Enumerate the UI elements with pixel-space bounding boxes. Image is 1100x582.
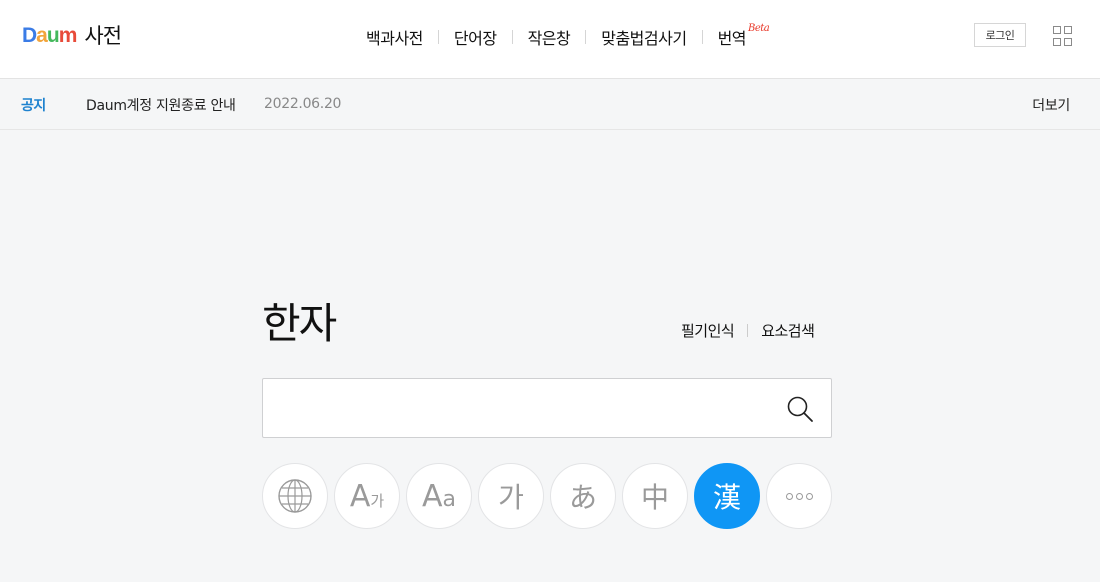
notice-more-link[interactable]: 더보기 (1032, 95, 1070, 115)
logo-letter: m (58, 23, 78, 47)
a-hiragana-icon: あ (568, 481, 597, 514)
nav-small-window[interactable]: 작은창 (528, 25, 571, 49)
radical-search-link[interactable]: 요소검색 (761, 320, 815, 341)
nav-translate[interactable]: 번역 Beta (717, 23, 770, 49)
dict-chinese-button[interactable]: 中 (622, 463, 688, 529)
dict-korean-button[interactable]: 가 (478, 463, 544, 529)
aa-icon-small: a (442, 486, 456, 512)
nav-separator (701, 30, 703, 44)
daum-logo-link[interactable]: Daum 사전 (22, 22, 122, 48)
a-ga-icon-big: A (349, 478, 371, 514)
dictionary-selector: A가 Aa 가 あ 中 漢 (262, 463, 838, 529)
more-icon (784, 492, 814, 500)
dict-japanese-button[interactable]: あ (550, 463, 616, 529)
nav-encyclopedia[interactable]: 백과사전 (366, 25, 423, 49)
handwriting-recognition-link[interactable]: 필기인식 (681, 320, 735, 341)
nav-separator (585, 30, 587, 44)
aa-icon-big: A (421, 478, 443, 514)
notice-label: 공지 (21, 98, 46, 114)
search-button[interactable] (785, 394, 815, 424)
nav-translate-label: 번역 (717, 29, 747, 48)
logo-letter: a (36, 23, 48, 47)
search-input[interactable] (279, 391, 769, 425)
dict-global-button[interactable] (262, 463, 328, 529)
a-ga-icon-small: 가 (370, 491, 385, 510)
link-separator (747, 324, 749, 337)
nav-separator (437, 30, 439, 44)
globe-icon (278, 479, 312, 513)
logo-letter: u (46, 23, 60, 47)
nav-wordbook[interactable]: 단어장 (454, 25, 497, 49)
notice-date: 2022.06.20 (264, 96, 342, 112)
ga-icon: 가 (498, 481, 524, 514)
dict-english-korean-button[interactable]: A가 (334, 463, 400, 529)
beta-badge: Beta (748, 23, 770, 34)
daum-logo: Daum (22, 23, 78, 47)
nav-separator (511, 30, 513, 44)
zhong-icon: 中 (640, 481, 669, 514)
notice-title-link[interactable]: Daum계정 지원종료 안내 (86, 95, 236, 115)
main-nav: 백과사전 단어장 작은창 맞춤법검사기 번역 Beta (366, 23, 770, 49)
dict-english-button[interactable]: Aa (406, 463, 472, 529)
han-icon: 漢 (712, 481, 741, 514)
dict-more-button[interactable] (766, 463, 832, 529)
search-box (262, 378, 832, 438)
service-name: 사전 (84, 24, 122, 48)
login-button[interactable]: 로그인 (974, 23, 1026, 47)
notice-bar: 공지 Daum계정 지원종료 안내 2022.06.20 더보기 (0, 79, 1100, 130)
nav-spell-checker[interactable]: 맞춤법검사기 (601, 25, 687, 49)
page-title: 한자 (262, 299, 337, 348)
search-tools: 필기인식 요소검색 (681, 320, 815, 341)
logo-letter: D (22, 23, 37, 47)
top-header: Daum 사전 백과사전 단어장 작은창 맞춤법검사기 번역 Beta 로그인 (0, 0, 1100, 79)
app-grid-icon[interactable] (1053, 26, 1073, 46)
search-icon (787, 396, 813, 422)
dict-hanja-button[interactable]: 漢 (694, 463, 760, 529)
